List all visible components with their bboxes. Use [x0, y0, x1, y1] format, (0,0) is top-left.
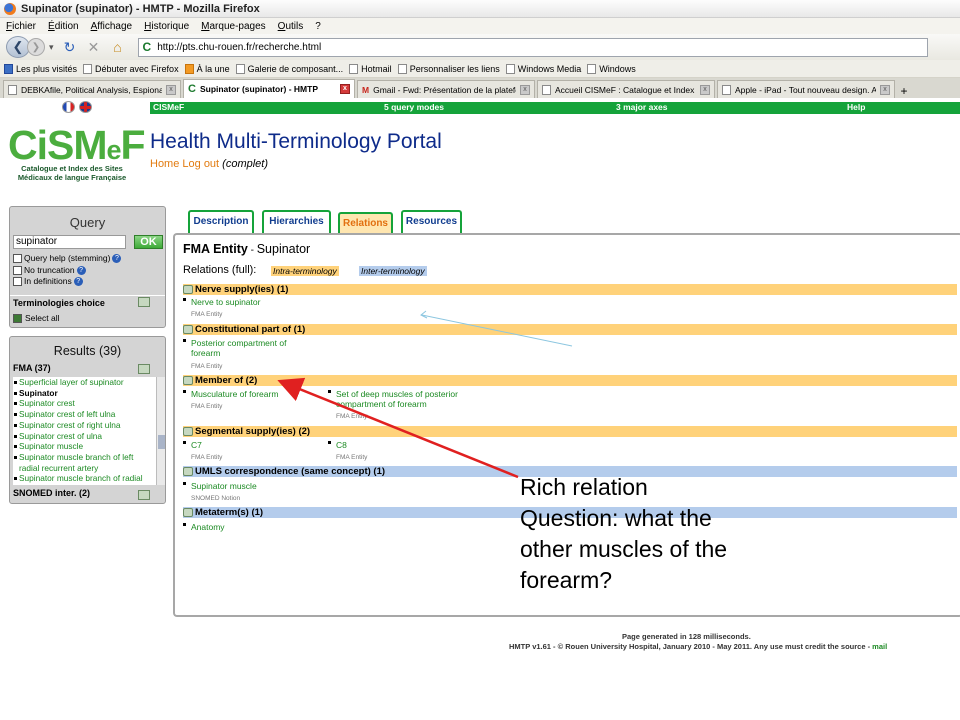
annotation-arrow: [277, 377, 519, 479]
cursor-trail-line: [421, 314, 573, 347]
cursor-trail-arrowhead: [420, 310, 428, 319]
annotation-overlay: [277, 310, 573, 479]
